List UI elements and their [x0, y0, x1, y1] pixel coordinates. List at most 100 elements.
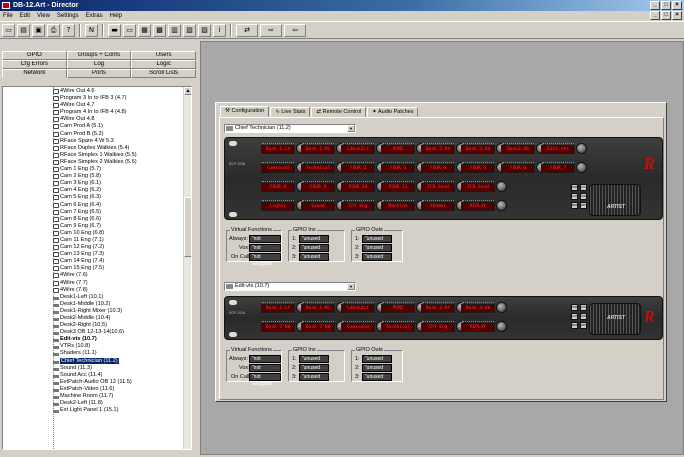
panel-side-button[interactable]: VOL — [580, 304, 587, 311]
tab-gpio[interactable]: GPIO — [2, 51, 67, 60]
gpio-out-3-value[interactable]: unused — [362, 253, 392, 261]
panel-key[interactable]: FOUR_10 — [341, 181, 387, 192]
key-knob-icon[interactable] — [576, 143, 587, 154]
chevron-down-icon[interactable]: ▼ — [347, 283, 355, 290]
tree-item[interactable]: Cam 10 Eng (6.8) — [3, 230, 191, 237]
tree-item[interactable]: 4Wire (7.6) — [3, 272, 191, 279]
panel-side-button[interactable]: MENU — [571, 322, 579, 329]
menu-file[interactable]: File — [3, 11, 13, 21]
panel-key[interactable]: Desk3-OB — [501, 143, 547, 154]
panel-side-button[interactable]: RPLY — [580, 322, 587, 329]
tree-item[interactable]: Cam 1 Eng (5.7) — [3, 166, 191, 173]
tab-users[interactable]: Users — [131, 51, 197, 60]
panel-key[interactable]: Edit-vts — [541, 143, 587, 154]
key-knob-icon[interactable] — [496, 200, 507, 211]
tab-live-stats[interactable]: ∿ Live Stats — [270, 107, 311, 117]
panel-side-button[interactable]: SHIFT — [571, 184, 579, 191]
view2-icon[interactable]: ▭ — [123, 23, 136, 37]
panel-key[interactable]: IFB Send — [421, 181, 467, 192]
panel-key[interactable]: Chf Eng — [341, 200, 387, 211]
tree-item[interactable]: RFace Spare 4 W 5.3 — [3, 138, 191, 145]
gpio-in-2-value[interactable]: unused — [299, 244, 329, 252]
panel-key[interactable]: Desk 3-Ob — [461, 302, 507, 313]
gpio2-in-1-value[interactable]: unused — [299, 355, 329, 363]
network-tree[interactable]: 4Wire Out 4.6 Program 3 In to IFB 3 (4.7)… — [2, 86, 192, 450]
panel-key[interactable]: PGM2 — [381, 302, 427, 313]
panel-key[interactable]: FOUR_2 — [341, 162, 387, 173]
gpio-in-3-value[interactable]: unused — [299, 253, 329, 261]
panel-side-button[interactable]: MENU — [571, 202, 579, 209]
tree-item[interactable]: Desk3 OB 12-13-14(10.6) — [3, 329, 191, 336]
tree-item[interactable]: Desk1-Left (10.1) — [3, 294, 191, 301]
tree-item[interactable]: Cam 12 Eng (7.2) — [3, 244, 191, 251]
panel-key[interactable]: Desk 3 OB — [261, 321, 307, 332]
gpio2-out-3-value[interactable]: unused — [362, 373, 392, 381]
panel-key[interactable]: Desk 3-Ob — [461, 143, 507, 154]
tab-cfg-errors[interactable]: Cfg Errors — [2, 60, 67, 69]
key-knob-icon[interactable] — [496, 302, 507, 313]
mdi-maximize-button[interactable]: □ — [661, 11, 671, 20]
menu-settings[interactable]: Settings — [57, 11, 79, 21]
tree-item[interactable]: 4Wire (7.7) — [3, 280, 191, 287]
route-icon[interactable]: ⇄ — [236, 23, 258, 37]
tree-item[interactable]: Machine Room (11.7) — [3, 393, 191, 400]
tree-item[interactable]: Cam 13 Eng (7.3) — [3, 251, 191, 258]
panel-recv-icon[interactable]: ⇦ — [284, 23, 306, 37]
tree-item[interactable]: Cam Prod A (5.1) — [3, 123, 191, 130]
panel-send-icon[interactable]: ⇨ — [260, 23, 282, 37]
tree-item[interactable]: ExtPatch-Video (11.6) — [3, 386, 191, 393]
close-button[interactable]: × — [672, 1, 682, 10]
tree-item[interactable]: Desk2-Right (10.5) — [3, 322, 191, 329]
panel-key[interactable]: Technical — [301, 162, 347, 173]
tree-item[interactable]: Program 3 In to IFB 3 (4.7) — [3, 95, 191, 102]
tree-item[interactable]: Sound (11.3) — [3, 365, 191, 372]
minimize-button[interactable]: _ — [650, 1, 660, 10]
panel-key[interactable]: PGM2 — [381, 143, 427, 154]
gpio2-out-1-value[interactable]: unused — [362, 355, 392, 363]
tree-item[interactable]: RFace Simplex 1 Walkies (5.5) — [3, 152, 191, 159]
tab-ports[interactable]: Ports — [66, 69, 132, 78]
view4-icon[interactable]: ▩ — [153, 23, 166, 37]
tree-item[interactable]: 4Wire Out 4.8 — [3, 116, 191, 123]
panel-key[interactable]: FOUR_4 — [421, 162, 467, 173]
key-knob-icon[interactable] — [576, 162, 587, 173]
tree-item[interactable]: Cam 3 Eng (6.1) — [3, 180, 191, 187]
tab-audio-patches[interactable]: ✦ Audio Patches — [367, 107, 419, 117]
panel-key[interactable]: FOUR_6 — [501, 162, 547, 173]
help-icon[interactable]: ? — [62, 23, 75, 37]
tree-item[interactable]: Cam 2 Eng (5.8) — [3, 173, 191, 180]
tree-item[interactable]: Cam 7 Eng (6.5) — [3, 209, 191, 216]
tree-item[interactable]: Cam 14 Eng (7.4) — [3, 258, 191, 265]
panel-key[interactable]: Ldesk2Lt — [341, 302, 387, 313]
tree-item[interactable]: Sound Acc (11.4) — [3, 372, 191, 379]
gpio2-in-3-value[interactable]: unused — [299, 373, 329, 381]
panel-key[interactable]: Desk 2-Rt — [421, 143, 467, 154]
tab-log[interactable]: Log — [66, 60, 132, 69]
panel-key[interactable]: FOUR_3 — [381, 162, 427, 173]
vf2-always-value[interactable]: not assigned — [249, 355, 281, 369]
panel1-select[interactable]: Chief Technician (11.2) ▼ — [224, 124, 356, 133]
tree-item[interactable]: ExtPatch-Audio OB 12 (11.5) — [3, 379, 191, 386]
tab-remote-control[interactable]: ⇄ Remote Control — [311, 107, 367, 117]
tree-item[interactable]: Cam 11 Eng (7.1) — [3, 237, 191, 244]
panel-key[interactable]: Camsound — [261, 162, 307, 173]
panel-key[interactable]: REPLAY — [461, 200, 507, 211]
gpio-out-1-value[interactable]: unused — [362, 235, 392, 243]
tree-item[interactable]: 4Wire (7.8) — [3, 287, 191, 294]
panel-key[interactable]: Desk 2-Rt — [421, 302, 467, 313]
panel-key[interactable]: Desk 1-Mi — [301, 143, 347, 154]
tree-item[interactable]: RFace Duplex Walkies (5.4) — [3, 145, 191, 152]
tab-logic[interactable]: Logic — [131, 60, 197, 69]
view5-icon[interactable]: ▥ — [168, 23, 181, 37]
menu-edit[interactable]: Edit — [20, 11, 30, 21]
vf2-oncall-value[interactable]: not assigned — [249, 373, 281, 387]
tab-groups-confs[interactable]: Groups + Confs — [66, 51, 132, 60]
panel-side-button[interactable]: DISP — [580, 313, 587, 320]
panel-key[interactable]: FOUR_9 — [301, 181, 347, 192]
panel-key[interactable]: Machine — [381, 200, 427, 211]
save-icon[interactable]: ▣ — [32, 23, 45, 37]
panel-key[interactable]: Shader — [421, 200, 467, 211]
scroll-up-icon[interactable]: ▲ — [184, 87, 191, 95]
panel-key[interactable]: FOUR_5 — [461, 162, 507, 173]
scroll-thumb[interactable] — [184, 197, 191, 257]
